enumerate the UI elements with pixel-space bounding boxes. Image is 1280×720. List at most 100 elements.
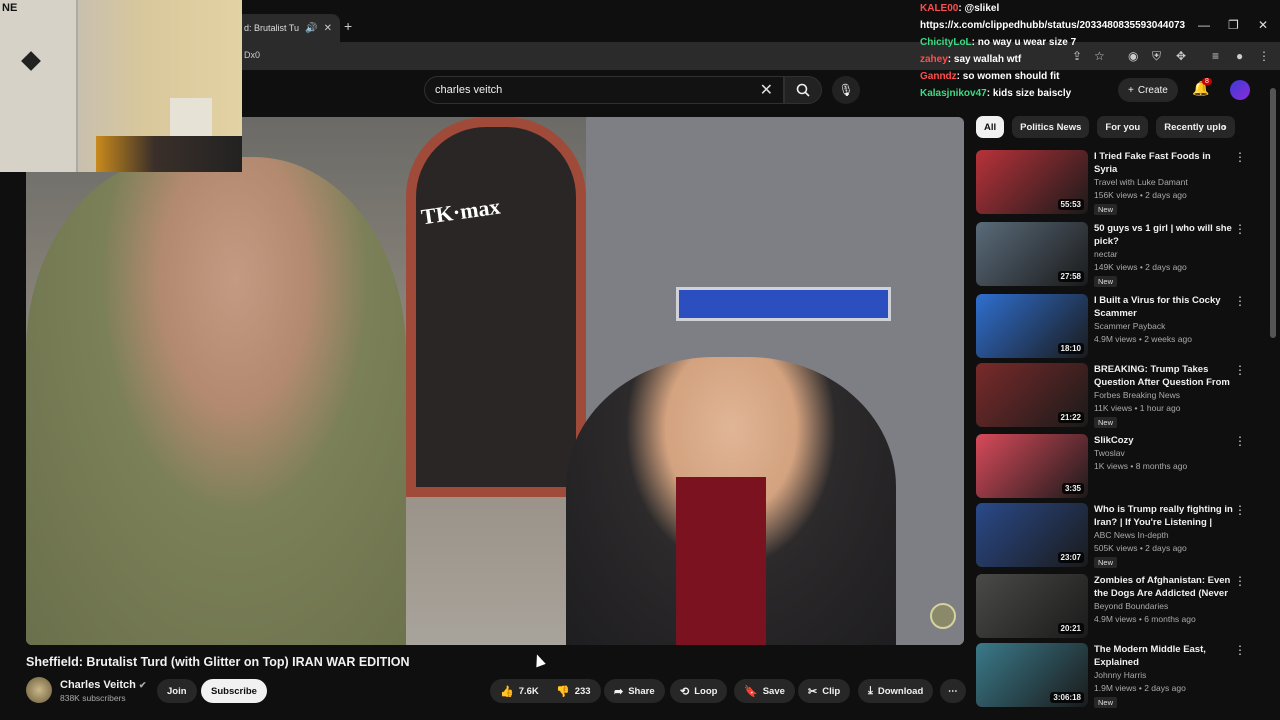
save-button[interactable]: 🔖 Save <box>734 679 795 703</box>
video-duration: 3:06:18 <box>1050 692 1084 703</box>
more-options-icon[interactable]: ⋮ <box>1234 434 1246 448</box>
more-options-icon[interactable]: ⋮ <box>1234 643 1246 657</box>
clear-search-icon[interactable]: ✕ <box>760 80 773 100</box>
chevron-right-icon[interactable]: › <box>1222 120 1226 134</box>
channel-avatar[interactable] <box>26 677 52 703</box>
mouse-cursor <box>532 652 546 668</box>
recommendation-meta: 149K views • 2 days ago <box>1094 262 1187 272</box>
chip-all[interactable]: All <box>976 116 1005 138</box>
voice-search-button[interactable]: 🎙 <box>832 76 860 104</box>
chat-message: Kalasjnikov47: kids size baiscly <box>920 88 1072 99</box>
webcam-door <box>0 0 78 172</box>
recommendation-meta: 1K views • 8 months ago <box>1094 461 1188 471</box>
recommendation-item[interactable]: 3:06:18 The Modern Middle East, Explained… <box>976 643 1266 708</box>
more-options-icon[interactable]: ⋮ <box>1234 574 1246 588</box>
more-options-icon[interactable]: ⋮ <box>1234 150 1246 164</box>
recommendation-title[interactable]: Who is Trump really fighting in Iran? | … <box>1094 503 1234 529</box>
recommendation-title[interactable]: 50 guys vs 1 girl | who will she pick? <box>1094 222 1234 248</box>
recommendation-channel[interactable]: Beyond Boundaries <box>1094 601 1168 611</box>
new-tab-button[interactable]: + <box>344 18 352 34</box>
subscriber-count: 838K subscribers <box>60 693 126 703</box>
video-thumbnail[interactable]: 20:21 <box>976 574 1088 638</box>
speaker-icon[interactable]: 🔊 <box>305 23 317 34</box>
dislike-button[interactable]: 👎 233 <box>546 679 601 703</box>
more-dots-icon: ⋯ <box>948 685 958 697</box>
like-button[interactable]: 👍 7.6K <box>490 679 549 703</box>
recommendation-title[interactable]: I Tried Fake Fast Foods in Syriasy <box>1094 150 1234 176</box>
chip-politics-news[interactable]: Politics News <box>1012 116 1090 138</box>
subscribe-button[interactable]: Subscribe <box>201 679 267 703</box>
more-options-icon[interactable]: ⋮ <box>1234 294 1246 308</box>
thumbs-down-icon: 👎 <box>556 685 570 698</box>
tab-title: d: Brutalist Turd <box>244 23 300 33</box>
channel-name-row[interactable]: Charles Veitch ✔ <box>60 679 146 691</box>
recommendation-item[interactable]: 3:35 SlikCozy Twoslav 1K views • 8 months a… <box>976 434 1266 498</box>
recommendation-item[interactable]: 23:07 Who is Trump really fighting in Ira… <box>976 503 1266 568</box>
recommendation-channel[interactable]: ABC News In-depth <box>1094 530 1169 540</box>
search-button[interactable] <box>784 76 822 104</box>
video-duration: 3:35 <box>1061 483 1084 494</box>
video-thumbnail[interactable]: 3:06:18 <box>976 643 1088 707</box>
recommendation-channel[interactable]: Twoslav <box>1094 448 1125 458</box>
recommendation-item[interactable]: 27:58 50 guys vs 1 girl | who will she pi… <box>976 222 1266 287</box>
new-badge: New <box>1094 557 1118 568</box>
video-duration: 27:58 <box>1057 271 1084 282</box>
address-text: Dx0 <box>244 50 261 60</box>
recommendation-title[interactable]: BREAKING: Trump Takes Question After Que… <box>1094 363 1234 389</box>
filter-chips: All Politics News For you Recently uplo <box>976 116 1235 138</box>
new-badge: New <box>1094 697 1118 708</box>
join-button[interactable]: Join <box>157 679 197 703</box>
recommendation-item[interactable]: 18:10 I Built a Virus for this Cocky Scam… <box>976 294 1266 358</box>
more-options-icon[interactable]: ⋮ <box>1234 222 1246 236</box>
video-player[interactable]: TK·max <box>26 117 964 645</box>
recommendation-channel[interactable]: Travel with Luke Damant <box>1094 177 1188 187</box>
new-badge: New <box>1094 276 1118 287</box>
chip-for-you[interactable]: For you <box>1097 116 1149 138</box>
streamer-webcam-overlay: NE <box>0 0 242 172</box>
like-count: 7.6K <box>518 685 539 697</box>
chat-message: ChicityLoL: no way u wear size 7 <box>920 37 1077 48</box>
more-actions-button[interactable]: ⋯ <box>940 679 966 703</box>
recommendation-title[interactable]: I Built a Virus for this Cocky Scammer <box>1094 294 1234 320</box>
recommendation-channel[interactable]: nectar <box>1094 249 1118 259</box>
video-thumbnail[interactable]: 18:10 <box>976 294 1088 358</box>
search-icon <box>796 83 810 97</box>
video-duration: 18:10 <box>1057 343 1084 354</box>
chat-message: Ganndz: so women should fit <box>920 71 1060 82</box>
loop-icon: ⟲ <box>680 685 690 698</box>
recommendation-meta: 11K views • 1 hour ago <box>1094 403 1181 413</box>
channel-watermark[interactable] <box>930 603 956 629</box>
channel-name[interactable]: Charles Veitch <box>60 679 136 691</box>
video-thumbnail[interactable]: 21:22 <box>976 363 1088 427</box>
recommendation-item[interactable]: 20:21 Zombies of Afghanistan: Even the Do… <box>976 574 1266 638</box>
loop-button[interactable]: ⟲ Loop <box>670 679 728 703</box>
recommendation-channel[interactable]: Johnny Harris <box>1094 670 1146 680</box>
recommendation-channel[interactable]: Scammer Payback <box>1094 321 1165 331</box>
more-options-icon[interactable]: ⋮ <box>1234 503 1246 517</box>
recommendation-meta: 4.9M views • 6 months ago <box>1094 614 1196 624</box>
more-options-icon[interactable]: ⋮ <box>1234 363 1246 377</box>
video-thumbnail[interactable]: 23:07 <box>976 503 1088 567</box>
video-thumbnail[interactable]: 27:58 <box>976 222 1088 286</box>
sidebar-scrollbar[interactable] <box>1270 88 1276 338</box>
video-frame-archway <box>406 117 586 497</box>
video-thumbnail[interactable]: 55:53 <box>976 150 1088 214</box>
recommendation-item[interactable]: 55:53 I Tried Fake Fast Foods in SyriasyT… <box>976 150 1266 215</box>
close-tab-icon[interactable]: ✕ <box>324 23 332 34</box>
browser-tab[interactable]: d: Brutalist Turd 🔊 ✕ <box>236 14 340 42</box>
share-button[interactable]: ➦ Share <box>604 679 665 703</box>
new-badge: New <box>1094 204 1118 215</box>
recommendation-title[interactable]: The Modern Middle East, Explained <box>1094 643 1234 669</box>
video-duration: 21:22 <box>1057 412 1084 423</box>
recommendation-item[interactable]: 21:22 BREAKING: Trump Takes Question Afte… <box>976 363 1266 428</box>
webcam-chair <box>96 136 242 172</box>
search-input[interactable]: charles veitch <box>435 84 760 96</box>
recommendation-title[interactable]: Zombies of Afghanistan: Even the Dogs Ar… <box>1094 574 1234 600</box>
clip-button[interactable]: ✂ Clip <box>798 679 851 703</box>
video-thumbnail[interactable]: 3:35 <box>976 434 1088 498</box>
share-arrow-icon: ➦ <box>614 685 624 698</box>
search-box[interactable]: charles veitch ✕ <box>424 76 784 104</box>
recommendation-channel[interactable]: Forbes Breaking News <box>1094 390 1180 400</box>
recommendation-title[interactable]: SlikCozy <box>1094 434 1234 447</box>
download-button[interactable]: ⤓ Download <box>858 679 934 703</box>
